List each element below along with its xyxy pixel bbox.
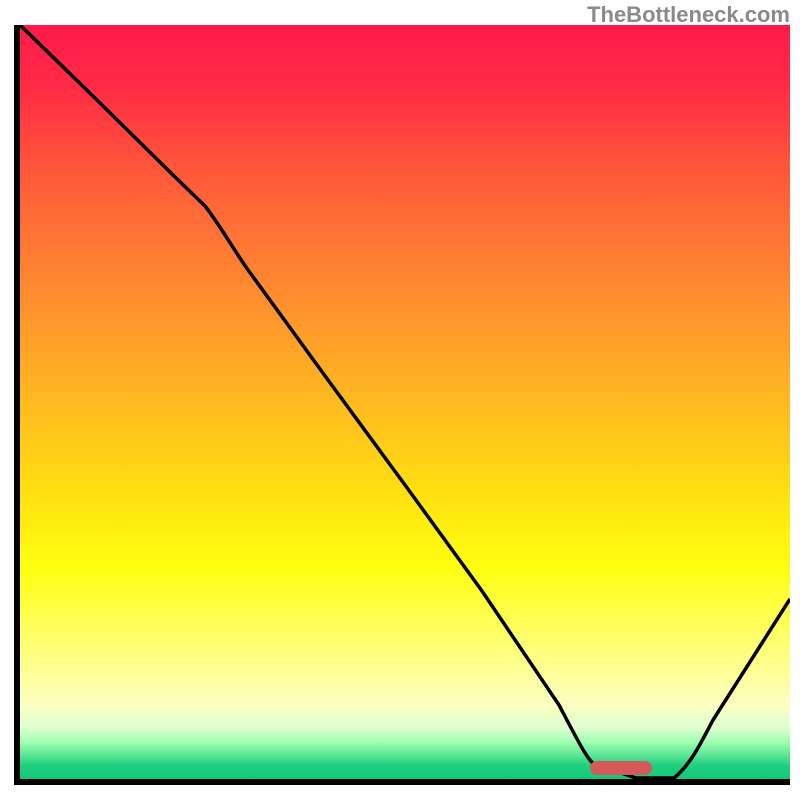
watermark-text: TheBottleneck.com (587, 2, 790, 28)
optimal-marker (590, 761, 652, 775)
plot-area (20, 25, 790, 780)
x-axis (14, 779, 790, 785)
bottleneck-curve-line (20, 25, 790, 778)
chart-container: TheBottleneck.com (0, 0, 800, 800)
curve-svg (20, 25, 790, 780)
y-axis (14, 25, 20, 785)
